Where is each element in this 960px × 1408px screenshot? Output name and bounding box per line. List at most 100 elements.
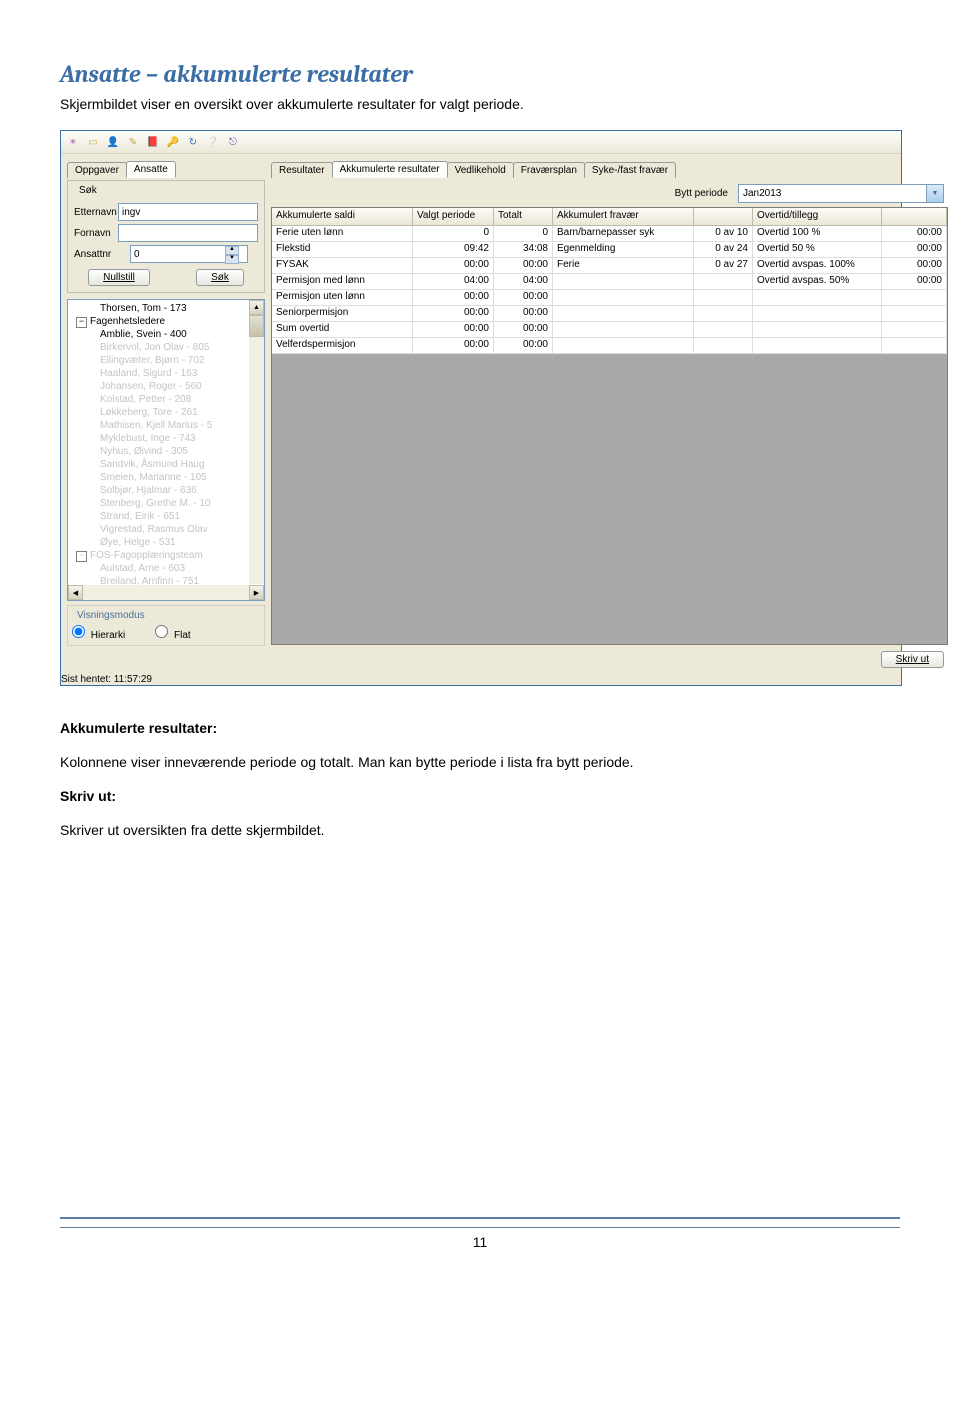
table-cell: 00:00 — [413, 258, 494, 274]
tree-group-fagledere[interactable]: −Fagenhetsledere — [70, 315, 262, 328]
table-cell — [753, 322, 882, 338]
table-cell: 00:00 — [494, 306, 553, 322]
tree-item[interactable]: Stenberg, Grethe M. - 10 — [70, 497, 262, 510]
tree-collapse-icon[interactable]: − — [76, 551, 87, 562]
tree-item[interactable]: Nyhus, Øivind - 305 — [70, 445, 262, 458]
table-cell: 0 av 24 — [694, 242, 753, 258]
help-icon[interactable]: ❔ — [205, 134, 221, 150]
col-akk-saldi[interactable]: Akkumulerte saldi — [272, 208, 413, 226]
table-cell: Overtid 50 % — [753, 242, 882, 258]
nullstill-button[interactable]: Nullstill — [88, 269, 150, 286]
status-bar: Sist hentet: 11:57:29 — [61, 674, 901, 685]
tab-vedlikehold[interactable]: Vedlikehold — [447, 162, 514, 178]
status-text: Sist hentet: 11:57:29 — [61, 674, 152, 685]
employee-tree[interactable]: Thorsen, Tom - 173 −Fagenhetsledere Ambl… — [67, 299, 265, 601]
table-cell — [753, 306, 882, 322]
tree-group-fos[interactable]: −FOS-Fagopplæringsteam — [70, 549, 262, 562]
skriv-ut-button[interactable]: Skriv ut — [881, 651, 944, 668]
table-cell: 00:00 — [882, 258, 947, 274]
table-cell: Flekstid — [272, 242, 413, 258]
table-cell — [694, 306, 753, 322]
skriv-title: Skriv ut: — [60, 788, 116, 804]
user-icon[interactable]: 👤 — [105, 134, 121, 150]
skriv-text: Skriver ut oversikten fra dette skjermbi… — [60, 822, 900, 838]
scroll-left-icon[interactable]: ◀ — [68, 585, 83, 600]
table-row: Velferdspermisjon00:0000:00 — [272, 338, 947, 354]
fornavn-input[interactable] — [118, 224, 258, 242]
tab-akkumulerte[interactable]: Akkumulerte resultater — [332, 161, 448, 178]
chevron-down-icon[interactable]: ▼ — [926, 185, 943, 202]
toolbar-icon-2[interactable]: ▭ — [85, 134, 101, 150]
tree-item[interactable]: Løkkeberg, Tore - 261 — [70, 406, 262, 419]
tab-fravaersplan[interactable]: Fraværsplan — [513, 162, 585, 178]
spin-up-icon[interactable]: ▲ — [225, 246, 239, 255]
tab-oppgaver[interactable]: Oppgaver — [67, 162, 127, 178]
tab-resultater[interactable]: Resultater — [271, 162, 333, 178]
table-cell: 0 av 27 — [694, 258, 753, 274]
table-cell: 00:00 — [494, 322, 553, 338]
sok-button[interactable]: Søk — [196, 269, 244, 286]
ansattnr-label: Ansattnr — [74, 249, 130, 260]
tree-item[interactable]: Sandvik, Åsmund Haug — [70, 458, 262, 471]
table-row: Seniorpermisjon00:0000:00 — [272, 306, 947, 322]
akk-title: Akkumulerte resultater: — [60, 720, 217, 736]
table-cell: Overtid avspas. 50% — [753, 274, 882, 290]
exit-icon[interactable]: ⎋ — [225, 134, 241, 150]
tree-item[interactable]: Haaland, Sigurd - 163 — [70, 367, 262, 380]
tree-item[interactable]: Smeien, Marianne - 105 — [70, 471, 262, 484]
table-cell: 0 — [413, 226, 494, 242]
book-icon[interactable]: 📕 — [145, 134, 161, 150]
table-cell — [553, 306, 694, 322]
tree-item[interactable]: Øye, Helge - 531 — [70, 536, 262, 549]
intro-text: Skjermbildet viser en oversikt over akku… — [60, 96, 900, 112]
table-cell: 00:00 — [494, 338, 553, 354]
refresh-icon[interactable]: ↻ — [185, 134, 201, 150]
tree-item[interactable]: Aulstad, Arne - 603 — [70, 562, 262, 575]
etternavn-input[interactable] — [118, 203, 258, 221]
tree-item[interactable]: Solbjør, Hjalmar - 636 — [70, 484, 262, 497]
tree-scroll-horizontal[interactable]: ◀ ▶ — [68, 585, 264, 600]
spin-down-icon[interactable]: ▼ — [225, 255, 239, 264]
table-cell: Egenmelding — [553, 242, 694, 258]
app-screenshot: ✶ ▭ 👤 ✎ 📕 🔑 ↻ ❔ ⎋ Oppgaver Ansatte — [60, 130, 902, 686]
col-valgt[interactable]: Valgt periode — [413, 208, 494, 226]
toolbar-icon-1[interactable]: ✶ — [65, 134, 81, 150]
tree-item[interactable]: Kolstad, Petter - 208 — [70, 393, 262, 406]
tree-scroll-vertical[interactable]: ▲ — [249, 300, 264, 584]
tree-item[interactable]: Ellingvæter, Bjørn - 702 — [70, 354, 262, 367]
col-overtid[interactable]: Overtid/tillegg — [753, 208, 882, 226]
tree-item[interactable]: Myklebust, Inge - 743 — [70, 432, 262, 445]
table-cell — [694, 290, 753, 306]
col-blank[interactable] — [694, 208, 753, 226]
table-cell — [753, 338, 882, 354]
period-combo[interactable]: Jan2013 ▼ — [738, 184, 944, 203]
view-title: Visningsmodus — [77, 610, 145, 621]
tree-collapse-icon[interactable]: − — [76, 317, 87, 328]
table-row: Ferie uten lønn00Barn/barnepasser syk0 a… — [272, 226, 947, 242]
col-blank2[interactable] — [882, 208, 947, 226]
tree-item[interactable]: Birkervol, Jon Olav - 805 — [70, 341, 262, 354]
tab-ansatte[interactable]: Ansatte — [126, 161, 176, 178]
key-icon[interactable]: 🔑 — [165, 134, 181, 150]
table-cell: 00:00 — [494, 290, 553, 306]
tree-item[interactable]: Strand, Eirik - 651 — [70, 510, 262, 523]
tree-item[interactable]: Amblie, Svein - 400 — [70, 328, 262, 341]
tree-item[interactable]: Johansen, Roger - 560 — [70, 380, 262, 393]
table-cell: 00:00 — [413, 338, 494, 354]
table-cell: 00:00 — [494, 258, 553, 274]
tree-item[interactable]: Mathisen, Kjell Marius - 5 — [70, 419, 262, 432]
radio-flat[interactable]: Flat — [155, 625, 190, 641]
tree-item[interactable]: Vigrestad, Rasmus Olav — [70, 523, 262, 536]
toolbar-icon-3[interactable]: ✎ — [125, 134, 141, 150]
table-cell — [553, 338, 694, 354]
results-grid: Akkumulerte saldi Valgt periode Totalt A… — [271, 207, 948, 645]
scroll-right-icon[interactable]: ▶ — [249, 585, 264, 600]
tab-syke[interactable]: Syke-/fast fravær — [584, 162, 676, 178]
col-akk-fravaer[interactable]: Akkumulert fravær — [553, 208, 694, 226]
table-cell: Permisjon uten lønn — [272, 290, 413, 306]
scroll-up-icon[interactable]: ▲ — [249, 300, 264, 315]
radio-hierarki[interactable]: Hierarki — [72, 625, 125, 641]
col-totalt[interactable]: Totalt — [494, 208, 553, 226]
tree-item[interactable]: Thorsen, Tom - 173 — [70, 302, 262, 315]
table-cell: Ferie — [553, 258, 694, 274]
